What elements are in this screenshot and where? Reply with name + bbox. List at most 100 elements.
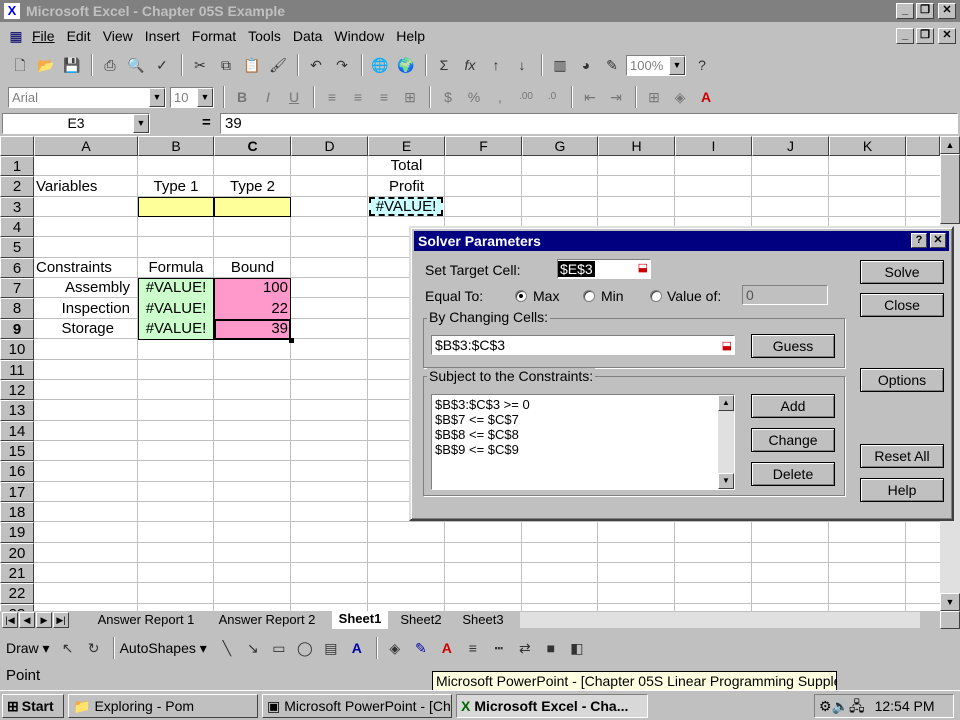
row-header-1[interactable]: 1 <box>0 156 34 177</box>
task-powerpoint[interactable]: ▣ Microsoft PowerPoint - [Ch... <box>262 693 452 718</box>
row-header-3[interactable]: 3 <box>0 196 34 218</box>
doc-close-button[interactable]: ✕ <box>938 28 956 44</box>
cell-b3[interactable] <box>138 197 214 217</box>
max-radio[interactable] <box>515 290 527 302</box>
row-header-4[interactable]: 4 <box>0 217 34 238</box>
change-button[interactable]: Change <box>751 428 835 452</box>
clock[interactable]: 12:54 PM <box>875 695 935 717</box>
autosum-icon[interactable]: Σ <box>432 53 456 77</box>
hyperlink-icon[interactable]: 🌐 <box>368 53 392 77</box>
add-button[interactable]: Add <box>751 394 835 418</box>
next-sheet-icon[interactable]: ▶ <box>36 612 52 628</box>
font-size-combo[interactable]: 10 ▼ <box>170 86 214 108</box>
3d-icon[interactable]: ◧ <box>565 636 589 660</box>
column-header-l[interactable] <box>906 136 940 156</box>
tray-icons[interactable]: ⚙🔊🖧 <box>819 695 865 717</box>
chevron-down-icon[interactable]: ▼ <box>133 114 149 133</box>
zoom-combo[interactable]: 100% ▼ <box>626 54 686 76</box>
menu-file[interactable]: File <box>32 28 63 44</box>
constraint-item[interactable]: $B$8 <= $C$8 <box>435 427 731 442</box>
column-header-a[interactable]: A <box>34 136 138 156</box>
column-header-j[interactable]: J <box>752 136 829 156</box>
italic-icon[interactable]: I <box>256 85 280 109</box>
constraint-item[interactable]: $B$3:$C$3 >= 0 <box>435 397 731 412</box>
cell-c9[interactable]: 39 <box>214 319 288 339</box>
row-header-10[interactable]: 10 <box>0 339 34 360</box>
cell-b2[interactable]: Type 1 <box>138 177 214 197</box>
chevron-down-icon[interactable]: ▼ <box>149 87 165 107</box>
menu-format[interactable]: Format <box>192 28 244 44</box>
cell-e2[interactable]: Profit <box>368 177 445 197</box>
cell-b9[interactable]: #VALUE! <box>138 319 214 339</box>
chevron-down-icon[interactable]: ▼ <box>669 55 685 75</box>
print-icon[interactable]: ⎙ <box>98 53 122 77</box>
text-box-icon[interactable]: ▤ <box>319 636 343 660</box>
align-right-icon[interactable]: ≡ <box>372 85 396 109</box>
column-header-d[interactable]: D <box>291 136 368 156</box>
row-header-5[interactable]: 5 <box>0 237 34 258</box>
font-color-icon[interactable]: A <box>435 636 459 660</box>
cell-e1[interactable]: Total <box>368 156 445 176</box>
row-header-8[interactable]: 8 <box>0 298 34 319</box>
row-header-2[interactable]: 2 <box>0 176 34 197</box>
cell-a9[interactable]: Storage <box>34 319 114 339</box>
merge-center-icon[interactable]: ⊞ <box>398 85 422 109</box>
borders-icon[interactable]: ⊞ <box>642 85 666 109</box>
changing-cells-input[interactable]: $B$3:$C$3 ⬓ <box>431 335 735 355</box>
column-header-c[interactable]: C <box>214 136 291 156</box>
map-icon[interactable]: ◕ <box>574 53 598 77</box>
dash-style-icon[interactable]: ┅ <box>487 636 511 660</box>
cell-c8[interactable]: 22 <box>214 299 288 319</box>
font-combo[interactable]: Arial ▼ <box>8 86 166 108</box>
currency-icon[interactable]: $ <box>436 85 460 109</box>
collapse-dialog-icon[interactable]: ⬓ <box>722 337 732 355</box>
undo-icon[interactable]: ↶ <box>304 53 328 77</box>
fill-color-icon[interactable]: ◈ <box>383 636 407 660</box>
guess-button[interactable]: Guess <box>751 334 835 358</box>
minimize-button[interactable]: _ <box>896 3 914 19</box>
value-of-input[interactable]: 0 <box>742 285 828 305</box>
web-toolbar-icon[interactable]: 🌍 <box>394 53 418 77</box>
office-assistant-icon[interactable]: ? <box>690 53 714 77</box>
cell-c7[interactable]: 100 <box>214 278 288 298</box>
column-header-e[interactable]: E <box>368 136 445 156</box>
solve-button[interactable]: Solve <box>860 260 944 284</box>
scroll-down-icon[interactable]: ▼ <box>718 473 734 489</box>
fill-handle[interactable] <box>289 338 294 343</box>
tab-sheet3[interactable]: Sheet3 <box>458 612 508 627</box>
scroll-up-icon[interactable]: ▲ <box>940 136 960 154</box>
row-header-14[interactable]: 14 <box>0 420 34 441</box>
task-exploring[interactable]: 📁 Exploring - Pom <box>68 693 258 718</box>
chart-wizard-icon[interactable]: ▥ <box>548 53 572 77</box>
value-of-radio[interactable] <box>650 290 662 302</box>
column-header-h[interactable]: H <box>598 136 675 156</box>
row-header-11[interactable]: 11 <box>0 359 34 380</box>
select-all-corner[interactable] <box>0 136 34 156</box>
doc-restore-button[interactable]: ❐ <box>916 28 934 44</box>
line-style-icon[interactable]: ≡ <box>461 636 485 660</box>
formula-equals[interactable]: = <box>202 114 211 131</box>
formula-input[interactable]: 39 <box>220 113 958 134</box>
start-button[interactable]: ⊞ Start <box>2 693 64 718</box>
constraint-item[interactable]: $B$9 <= $C$9 <box>435 442 731 457</box>
row-header-7[interactable]: 7 <box>0 278 34 299</box>
last-sheet-icon[interactable]: ▶| <box>53 612 69 628</box>
new-icon[interactable]: 🗋 <box>8 53 32 77</box>
name-box[interactable]: E3 ▼ <box>2 113 150 134</box>
restore-button[interactable]: ❐ <box>916 3 934 19</box>
cell-c6[interactable]: Bound <box>214 258 291 278</box>
arrow-style-icon[interactable]: ⇄ <box>513 636 537 660</box>
bold-icon[interactable]: B <box>230 85 254 109</box>
row-header-12[interactable]: 12 <box>0 379 34 401</box>
cell-a8[interactable]: Inspection <box>34 299 130 319</box>
free-rotate-icon[interactable]: ↻ <box>82 636 106 660</box>
column-header-i[interactable]: I <box>675 136 752 156</box>
task-excel[interactable]: X Microsoft Excel - Cha... <box>456 693 648 718</box>
align-left-icon[interactable]: ≡ <box>320 85 344 109</box>
column-header-f[interactable]: F <box>445 136 522 156</box>
scroll-down-icon[interactable]: ▼ <box>940 593 960 611</box>
chevron-down-icon[interactable]: ▼ <box>197 87 213 107</box>
format-painter-icon[interactable]: 🖌 <box>266 53 290 77</box>
underline-icon[interactable]: U <box>282 85 306 109</box>
drawing-icon[interactable]: ✎ <box>600 53 624 77</box>
